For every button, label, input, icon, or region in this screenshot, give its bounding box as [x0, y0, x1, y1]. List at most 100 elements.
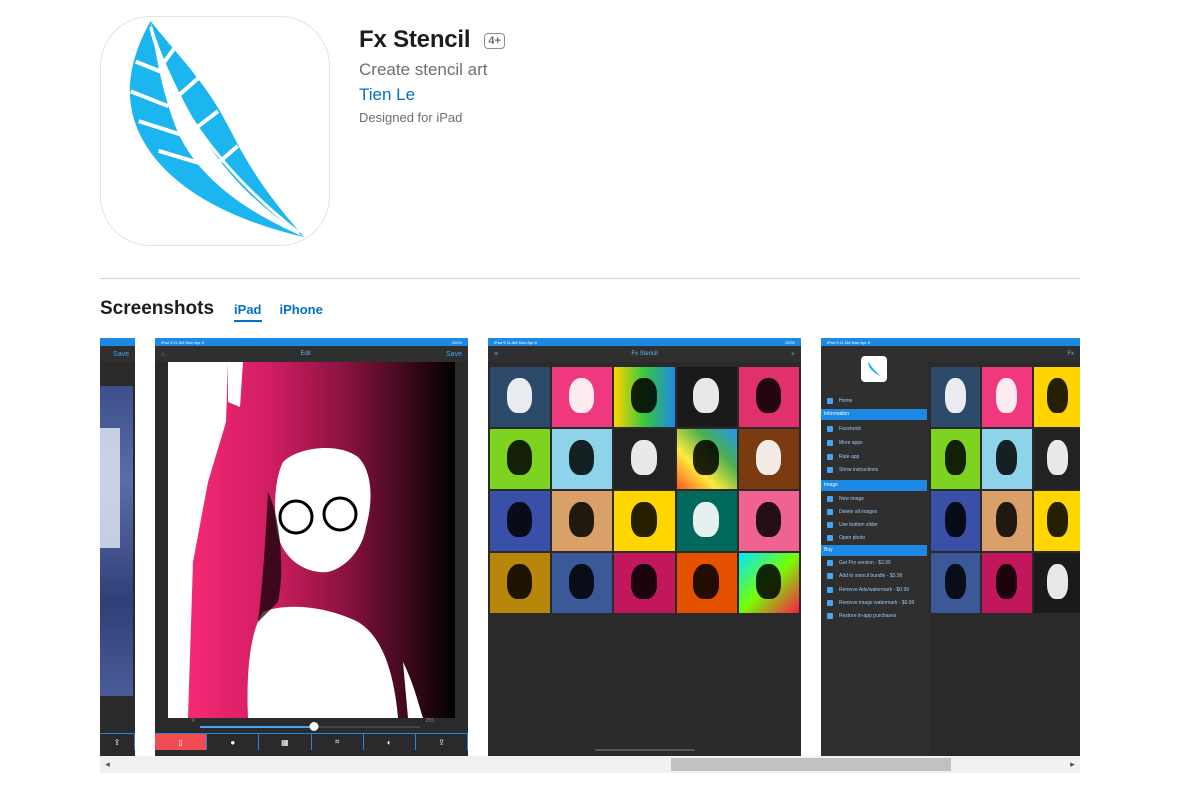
scroll-left-arrow-icon[interactable]: ◂ [100, 756, 115, 773]
bar-title: Fx Stencil [631, 351, 658, 357]
grid-thumbnail [1033, 367, 1080, 427]
status-bar: iPad 9:11 AM Mon Apr 8 100% [488, 338, 801, 346]
app-bar: Save [100, 346, 135, 362]
grid-thumbnail [552, 553, 613, 613]
grid-thumbnail [738, 429, 799, 489]
side-menu: Home Information Facebook More apps Rate… [821, 346, 929, 756]
grid-thumbnail [982, 429, 1032, 489]
grid-thumbnail [552, 429, 613, 489]
slider-min-label: 0 [192, 718, 195, 724]
tab-iphone[interactable]: iPhone [280, 302, 323, 320]
slider-fill [200, 726, 315, 728]
color-grid-icon: ▦ [259, 734, 312, 750]
menu-item-more-apps: More apps [827, 440, 863, 446]
menu-section-buy: Buy [821, 545, 927, 556]
stencil-grid [490, 367, 799, 613]
gallery-scrollbar[interactable]: ◂ ▸ [100, 756, 1080, 773]
stencil-portrait [168, 362, 423, 718]
grid-thumbnail [552, 491, 613, 551]
menu-item-new-image: New image [827, 496, 864, 502]
app-header: Fx Stencil 4+ Create stencil art Tien Le… [359, 26, 505, 125]
designed-for-label: Designed for iPad [359, 110, 463, 125]
screenshots-header: Screenshots iPad iPhone [100, 298, 323, 322]
grid-thumbnail [490, 367, 551, 427]
tag-icon [827, 600, 833, 606]
status-text-right: 100% [784, 339, 795, 345]
grid-thumbnail [676, 367, 737, 427]
tool-bar: ⇪ [100, 733, 135, 750]
refresh-icon [827, 613, 833, 619]
more-icon [827, 440, 833, 446]
grid-thumbnail [982, 367, 1032, 427]
app-icon [100, 16, 330, 246]
status-bar [100, 338, 135, 346]
grid-thumbnail [614, 429, 675, 489]
grid-thumbnail [982, 553, 1032, 613]
tag-icon [827, 573, 833, 579]
grid-thumbnail [676, 491, 737, 551]
screenshot-2[interactable]: iPad 9:11 AM Mon Apr 8 100% ⌂ Edit Save … [155, 338, 468, 756]
tag-icon [827, 587, 833, 593]
home-icon [827, 398, 833, 404]
menu-item-restore: Restore in-app purchases [827, 613, 896, 619]
feather-icon [861, 356, 887, 382]
save-button: Save [446, 350, 462, 358]
menu-item-home: Home [827, 398, 852, 404]
grid-thumbnail [1033, 429, 1080, 489]
screenshot-gallery[interactable]: Save ⇪ iPad 9:11 AM Mon Apr 8 100% ⌂ Edi… [100, 338, 1080, 756]
menu-item-facebook: Facebook [827, 426, 861, 432]
share-icon: ⇪ [100, 734, 135, 750]
grid-thumbnail [931, 491, 981, 551]
share-icon: ⇪ [416, 734, 468, 750]
save-button: Save [113, 350, 129, 358]
grid-thumbnail [552, 367, 613, 427]
slider-thumb [309, 722, 319, 731]
menu-item-buy-bundle: Add to stencil bundle - $3.99 [827, 573, 902, 579]
scroll-right-arrow-icon[interactable]: ▸ [1065, 756, 1080, 773]
palette-icon: ● [207, 734, 260, 750]
add-button: + [790, 350, 795, 358]
status-bar: iPad 9:11 AM Mon Apr 8 [821, 338, 1080, 346]
scrollbar-thumb[interactable] [671, 758, 951, 771]
stencil-photo [168, 362, 455, 718]
grid-thumbnail [614, 367, 675, 427]
status-text-left: iPad 9:11 AM Mon Apr 8 [161, 339, 204, 345]
grid-thumbnail [614, 553, 675, 613]
screenshot-3[interactable]: iPad 9:11 AM Mon Apr 8 100% ≡ Fx Stencil… [488, 338, 801, 756]
status-bar: iPad 9:11 AM Mon Apr 8 100% [155, 338, 468, 346]
screenshot-artwork-highlight [100, 428, 120, 548]
grid-thumbnail [738, 553, 799, 613]
menu-item-buy-pro: Get Pro version - $3.99 [827, 560, 891, 566]
threshold-slider: 0 255 [192, 718, 434, 732]
tab-ipad[interactable]: iPad [234, 302, 262, 322]
brush-icon [827, 535, 833, 541]
menu-section-information: Information [821, 409, 927, 420]
grid-thumbnail [982, 491, 1032, 551]
status-text-left: iPad 9:11 AM Mon Apr 8 [827, 339, 870, 345]
app-subtitle: Create stencil art [359, 60, 488, 79]
stencil-grid [931, 367, 1080, 613]
home-indicator [594, 749, 695, 751]
status-text-left: iPad 9:11 AM Mon Apr 8 [494, 339, 537, 345]
menu-icon: ≡ [494, 350, 499, 358]
screenshot-1[interactable]: Save ⇪ [100, 338, 135, 756]
bar-title: Edit [300, 351, 311, 357]
menu-item-bottom-slider: Use bottom slider [827, 522, 878, 528]
screenshot-4[interactable]: iPad 9:11 AM Mon Apr 8 Fx Home Informati… [821, 338, 1080, 756]
grid-thumbnail [738, 367, 799, 427]
menu-section-image: Image [821, 480, 927, 491]
grid-thumbnail [931, 367, 981, 427]
tag-icon [827, 560, 833, 566]
thumbs-up-icon [827, 454, 833, 460]
grid-thumbnail [676, 553, 737, 613]
grid-thumbnail [1033, 553, 1080, 613]
plus-icon [827, 496, 833, 502]
bar-title: Fx [1067, 351, 1074, 357]
toggle-icon [827, 522, 833, 528]
grid-thumbnail [931, 553, 981, 613]
grid-thumbnail [490, 553, 551, 613]
screenshots-title: Screenshots [100, 298, 215, 319]
menu-item-remove-watermark: Remove image watermark - $0.99 [827, 600, 914, 606]
menu-item-rate-app: Rate app [827, 454, 859, 460]
developer-link[interactable]: Tien Le [359, 85, 505, 105]
